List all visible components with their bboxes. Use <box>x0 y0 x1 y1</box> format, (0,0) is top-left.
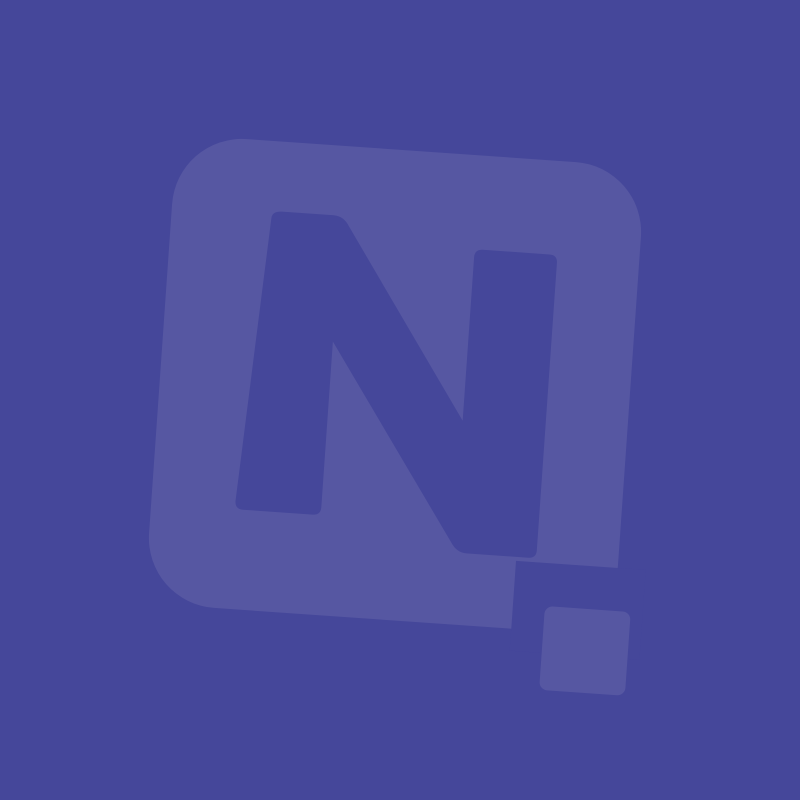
splash-screen: N <box>0 0 800 800</box>
n-logo-icon: N <box>0 0 800 800</box>
logo-dot-square <box>539 606 631 696</box>
